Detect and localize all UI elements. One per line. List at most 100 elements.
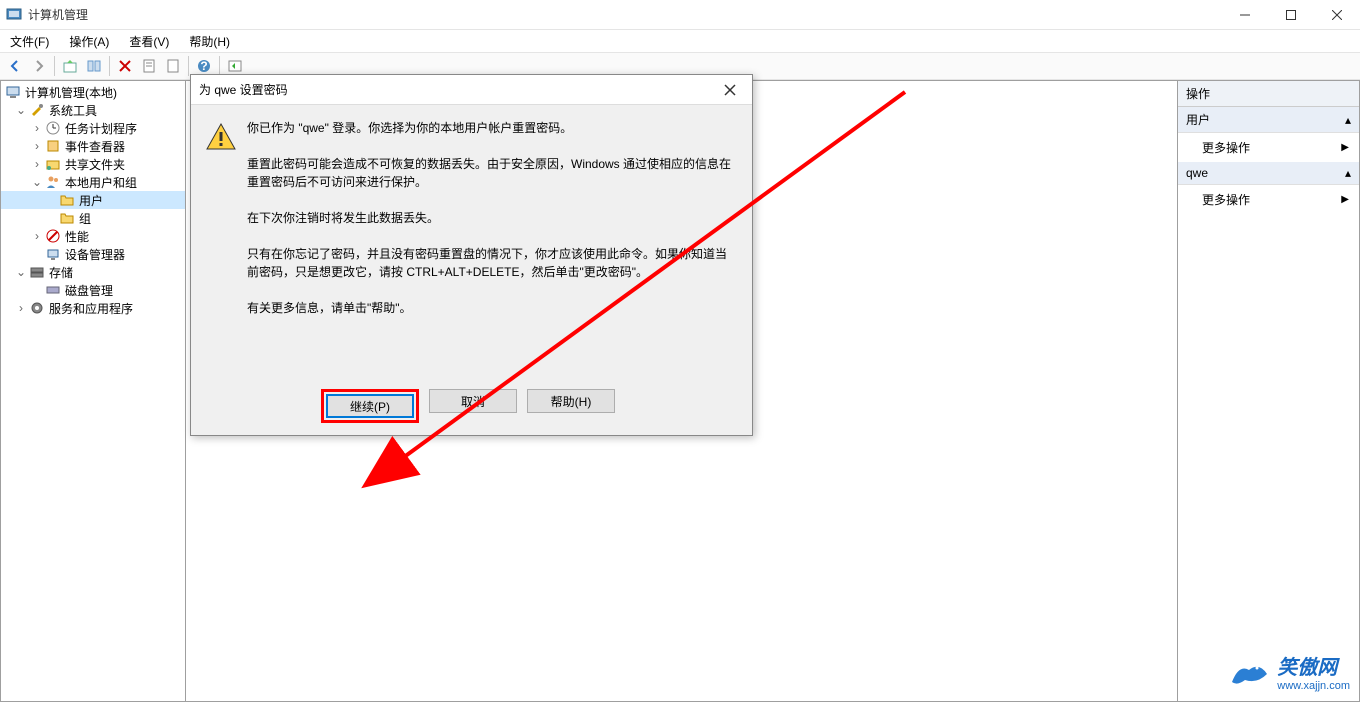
forward-button[interactable] [28, 55, 50, 77]
dialog-p3: 在下次你注销时将发生此数据丢失。 [247, 209, 732, 227]
users-icon [45, 174, 61, 190]
warning-icon [205, 121, 237, 153]
menu-view[interactable]: 查看(V) [125, 31, 173, 52]
dialog-p1: 你已作为 "qwe" 登录。你选择为你的本地用户帐户重置密码。 [247, 119, 732, 137]
computer-icon [5, 84, 21, 100]
minimize-button[interactable] [1222, 1, 1268, 29]
cancel-button[interactable]: 取消 [429, 389, 517, 413]
highlight-box: 继续(P) [321, 389, 419, 423]
watermark-url: www.xajjn.com [1277, 680, 1350, 692]
clock-icon [45, 120, 61, 136]
tree-groups[interactable]: 组 [1, 209, 185, 227]
tree-label: 设备管理器 [65, 246, 125, 263]
event-icon [45, 138, 61, 154]
menubar: 文件(F) 操作(A) 查看(V) 帮助(H) [0, 30, 1360, 52]
actions-header: 操作 [1178, 81, 1359, 107]
tree-task-scheduler[interactable]: › 任务计划程序 [1, 119, 185, 137]
tree-users[interactable]: 用户 [1, 191, 185, 209]
button-label: 帮助(H) [551, 393, 592, 410]
tree-storage[interactable]: ⌄ 存储 [1, 263, 185, 281]
show-hide-button[interactable] [83, 55, 105, 77]
menu-file[interactable]: 文件(F) [6, 31, 53, 52]
expander-open-icon[interactable]: ⌄ [15, 266, 27, 278]
tree-label: 任务计划程序 [65, 120, 137, 137]
tree-local-users[interactable]: ⌄ 本地用户和组 [1, 173, 185, 191]
up-button[interactable] [59, 55, 81, 77]
watermark-logo-icon [1227, 654, 1271, 690]
toolbar-separator [109, 56, 110, 76]
back-button[interactable] [4, 55, 26, 77]
tree-label: 用户 [79, 192, 103, 209]
password-dialog: 为 qwe 设置密码 你已作为 "qwe" 登录。你选择为你的本地用户帐户重置密… [190, 74, 753, 436]
disk-icon [45, 282, 61, 298]
tree-device-manager[interactable]: 设备管理器 [1, 245, 185, 263]
close-button[interactable] [1314, 1, 1360, 29]
expander-open-icon[interactable]: ⌄ [15, 104, 27, 116]
tree-system-tools[interactable]: ⌄ 系统工具 [1, 101, 185, 119]
delete-button[interactable] [114, 55, 136, 77]
folder-icon [59, 192, 75, 208]
maximize-button[interactable] [1268, 1, 1314, 29]
storage-icon [29, 264, 45, 280]
proceed-button[interactable]: 继续(P) [326, 394, 414, 418]
device-icon [45, 246, 61, 262]
dialog-close-button[interactable] [716, 79, 744, 101]
actions-item-label: 更多操作 [1202, 139, 1250, 156]
tree-label: 计算机管理(本地) [25, 84, 117, 101]
expander-closed-icon[interactable]: › [31, 158, 43, 170]
tree-label: 系统工具 [49, 102, 97, 119]
menu-action[interactable]: 操作(A) [65, 31, 113, 52]
collapse-icon[interactable]: ▴ [1345, 166, 1351, 180]
tree-label: 性能 [65, 228, 89, 245]
toolbar-separator [188, 56, 189, 76]
watermark-text: 笑傲网 [1277, 657, 1337, 679]
menu-help[interactable]: 帮助(H) [185, 31, 234, 52]
tree-shared-folders[interactable]: › 共享文件夹 [1, 155, 185, 173]
collapse-icon[interactable]: ▴ [1345, 113, 1351, 127]
tree-label: 共享文件夹 [65, 156, 125, 173]
expander-closed-icon[interactable]: › [31, 230, 43, 242]
tree-panel: 计算机管理(本地) ⌄ 系统工具 › 任务计划程序 › 事件查看器 › 共享文件… [0, 80, 186, 702]
tree-services-apps[interactable]: › 服务和应用程序 [1, 299, 185, 317]
tree-label: 磁盘管理 [65, 282, 113, 299]
expander-closed-icon[interactable]: › [15, 302, 27, 314]
dialog-body: 你已作为 "qwe" 登录。你选择为你的本地用户帐户重置密码。 重置此密码可能会… [191, 105, 752, 349]
chevron-right-icon: ▶ [1341, 194, 1349, 205]
folder-icon [59, 210, 75, 226]
button-label: 取消 [461, 393, 485, 410]
toolbar-separator [54, 56, 55, 76]
button-label: 继续(P) [350, 398, 390, 415]
actions-more-2[interactable]: 更多操作 ▶ [1178, 185, 1359, 214]
window-titlebar: 计算机管理 [0, 0, 1360, 30]
dialog-titlebar[interactable]: 为 qwe 设置密码 [191, 75, 752, 105]
tree-label: 本地用户和组 [65, 174, 137, 191]
actions-section-qwe[interactable]: qwe ▴ [1178, 162, 1359, 185]
expander-open-icon[interactable]: ⌄ [31, 176, 43, 188]
dialog-p2: 重置此密码可能会造成不可恢复的数据丢失。由于安全原因，Windows 通过使相应… [247, 155, 732, 191]
expander-closed-icon[interactable]: › [31, 122, 43, 134]
properties-button[interactable] [138, 55, 160, 77]
tools-icon [29, 102, 45, 118]
tree-disk-management[interactable]: 磁盘管理 [1, 281, 185, 299]
tree-label: 组 [79, 210, 91, 227]
svg-text:?: ? [200, 59, 207, 73]
dialog-buttons: 继续(P) 取消 帮助(H) [191, 389, 752, 423]
tree-root[interactable]: 计算机管理(本地) [1, 83, 185, 101]
dialog-p4: 只有在你忘记了密码，并且没有密码重置盘的情况下，你才应该使用此命令。如果你知道当… [247, 245, 732, 281]
share-icon [45, 156, 61, 172]
expander-closed-icon[interactable]: › [31, 140, 43, 152]
app-icon [6, 7, 22, 23]
window-controls [1222, 1, 1360, 29]
help-button[interactable]: 帮助(H) [527, 389, 615, 413]
toolbar-separator [219, 56, 220, 76]
performance-icon [45, 228, 61, 244]
actions-section-user[interactable]: 用户 ▴ [1178, 107, 1359, 133]
tree-performance[interactable]: › 性能 [1, 227, 185, 245]
actions-more-1[interactable]: 更多操作 ▶ [1178, 133, 1359, 162]
tree-label: 存储 [49, 264, 73, 281]
actions-panel: 操作 用户 ▴ 更多操作 ▶ qwe ▴ 更多操作 ▶ [1178, 80, 1360, 702]
actions-section-label: 用户 [1186, 111, 1210, 128]
export-button[interactable] [162, 55, 184, 77]
actions-item-label: 更多操作 [1202, 191, 1250, 208]
tree-event-viewer[interactable]: › 事件查看器 [1, 137, 185, 155]
